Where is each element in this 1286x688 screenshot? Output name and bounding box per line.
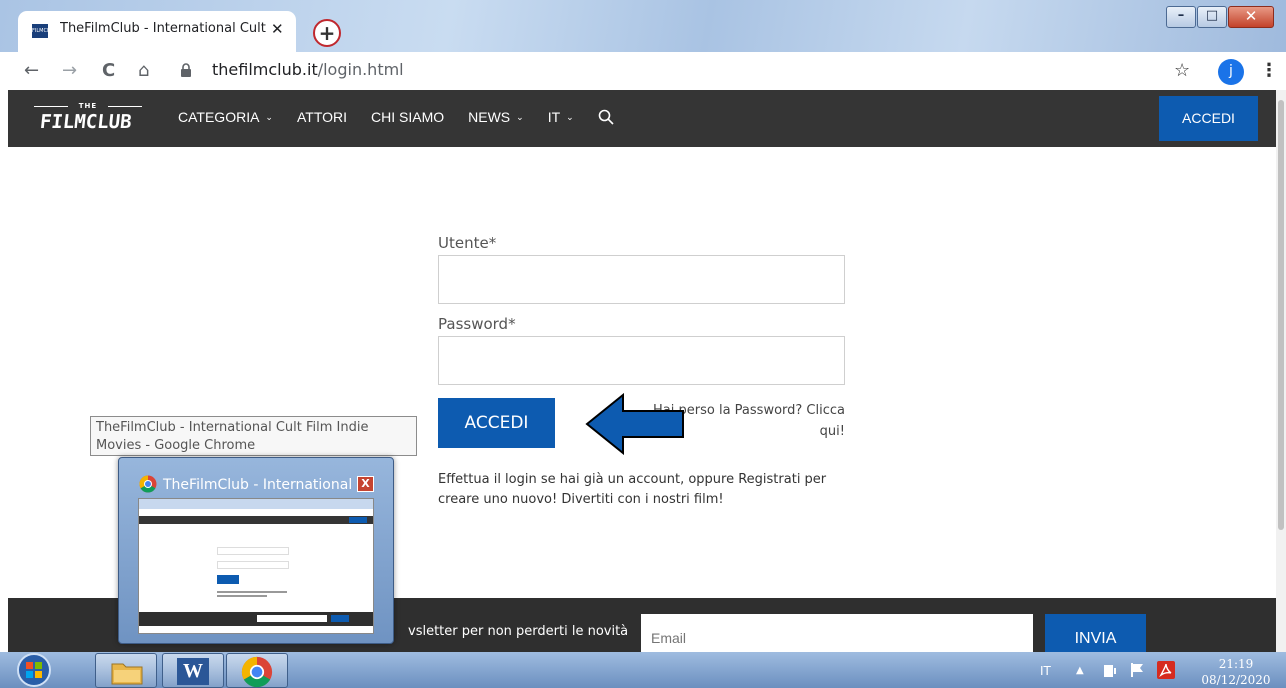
lock-icon[interactable] (180, 63, 192, 77)
password-label: Password* (438, 315, 516, 333)
bookmark-star-icon[interactable]: ☆ (1174, 60, 1190, 81)
taskbar-thumbnail[interactable]: TheFilmClub - International ... X (118, 457, 394, 644)
scrollbar-thumb[interactable] (1278, 100, 1284, 530)
nav-item-chi-siamo[interactable]: CHI SIAMO (371, 109, 444, 125)
browser-toolbar: ← → C ⌂ thefilmclub.it/login.html ☆ j ⋮ (0, 52, 1286, 90)
nav-label: ATTORI (296, 109, 348, 125)
logo-line-right (108, 106, 142, 107)
profile-avatar[interactable]: j (1218, 59, 1244, 85)
chevron-down-icon: ⌄ (265, 111, 273, 122)
chrome-menu-icon[interactable]: ⋮ (1260, 60, 1278, 81)
address-bar[interactable]: thefilmclub.it/login.html (212, 60, 404, 79)
taskbar-clock[interactable]: 21:19 08/12/2020 (1196, 656, 1276, 688)
main-nav: CATEGORIA ⌄ ATTORI CHI SIAMO NEWS ⌄ IT ⌄ (178, 109, 614, 125)
acrobat-icon[interactable] (1157, 661, 1175, 679)
site-logo[interactable]: THE FILMCLUB (34, 102, 142, 136)
chrome-icon (139, 475, 157, 493)
browser-tab-strip: FILMCLUB TheFilmClub - International Cul… (0, 0, 1286, 52)
tab-title: TheFilmClub - International Cult Film In… (60, 21, 270, 36)
nav-item-news[interactable]: NEWS ⌄ (468, 109, 524, 125)
minimize-icon: – (1177, 8, 1185, 23)
login-submit-button[interactable]: ACCEDI (438, 398, 555, 448)
header-login-button[interactable]: ACCEDI (1159, 96, 1258, 141)
username-input[interactable] (438, 255, 845, 304)
preview-email-field (257, 615, 327, 622)
clock-date: 08/12/2020 (1201, 673, 1271, 687)
maximize-icon: □ (1205, 8, 1219, 23)
tab-close-icon[interactable]: ✕ (271, 20, 284, 38)
forgot-line-2: qui! (819, 424, 845, 439)
windows-taskbar: W IT ▲ 21:19 08/12/2020 (0, 652, 1286, 688)
folder-icon (111, 663, 143, 685)
login-info-text: Effettua il login se hai già un account,… (438, 472, 827, 507)
nav-label: IT (547, 109, 561, 125)
forward-icon[interactable]: → (62, 60, 77, 81)
window-close-icon: ✕ (1244, 7, 1258, 25)
logo-text: FILMCLUB (38, 111, 133, 133)
new-tab-button[interactable]: + (313, 19, 341, 47)
taskbar-explorer-button[interactable] (95, 653, 157, 688)
nav-item-categoria[interactable]: CATEGORIA ⌄ (178, 109, 273, 125)
home-icon[interactable]: ⌂ (138, 60, 149, 81)
preview-invia-button (331, 615, 349, 622)
chrome-icon (241, 656, 273, 688)
chevron-down-icon: ⌄ (516, 111, 524, 122)
pointer-arrow-icon (585, 393, 684, 455)
thumbnail-title: TheFilmClub - International ... (163, 477, 371, 493)
nav-item-language[interactable]: IT ⌄ (548, 109, 574, 125)
password-input[interactable] (438, 336, 845, 385)
thumbnail-close-button[interactable]: X (357, 476, 374, 492)
site-header: THE FILMCLUB CATEGORIA ⌄ ATTORI CHI SIAMO… (8, 90, 1276, 147)
windows-start-icon[interactable] (8, 652, 60, 688)
taskbar-chrome-button[interactable] (226, 653, 288, 688)
preview-info-line (217, 595, 267, 597)
language-indicator[interactable]: IT (1040, 664, 1051, 678)
tray-expand-icon[interactable]: ▲ (1076, 665, 1084, 676)
power-icon[interactable] (1102, 662, 1118, 678)
window-controls: – □ ✕ (1166, 6, 1275, 30)
flag-icon[interactable] (1130, 662, 1146, 678)
url-path: /login.html (317, 60, 404, 79)
word-icon: W (177, 658, 209, 685)
preview-password-field (217, 561, 289, 569)
minimize-button[interactable]: – (1166, 6, 1196, 28)
nav-label: CATEGORIA (178, 109, 260, 125)
clock-time: 21:19 (1218, 657, 1254, 671)
preview-submit-button (217, 575, 239, 584)
nav-item-attori[interactable]: ATTORI (297, 109, 347, 125)
preview-username-field (217, 547, 289, 555)
url-host: thefilmclub.it (212, 60, 318, 79)
nav-label: CHI SIAMO (371, 109, 445, 125)
newsletter-email-input[interactable] (641, 614, 1033, 656)
page-scrollbar[interactable] (1276, 90, 1286, 652)
search-icon[interactable] (598, 109, 614, 125)
newsletter-text: vsletter per non perderti le novità (408, 624, 629, 639)
reload-icon[interactable]: C (102, 60, 115, 81)
window-close-button[interactable]: ✕ (1228, 6, 1274, 28)
taskbar-tooltip: TheFilmClub - International Cult Film In… (90, 416, 417, 456)
chevron-down-icon: ⌄ (566, 111, 574, 122)
taskbar-word-button[interactable]: W (162, 653, 224, 688)
preview-header (139, 516, 373, 524)
nav-label: NEWS (468, 109, 511, 125)
preview-tabstrip (139, 499, 373, 509)
preview-info-line (217, 591, 287, 593)
thumbnail-preview (138, 498, 374, 634)
browser-tab[interactable]: FILMCLUB TheFilmClub - International Cul… (18, 11, 296, 52)
preview-login-button (349, 517, 367, 523)
favicon-icon: FILMCLUB (32, 24, 57, 38)
username-label: Utente* (438, 234, 497, 252)
back-icon[interactable]: ← (24, 60, 39, 81)
maximize-button[interactable]: □ (1197, 6, 1227, 28)
